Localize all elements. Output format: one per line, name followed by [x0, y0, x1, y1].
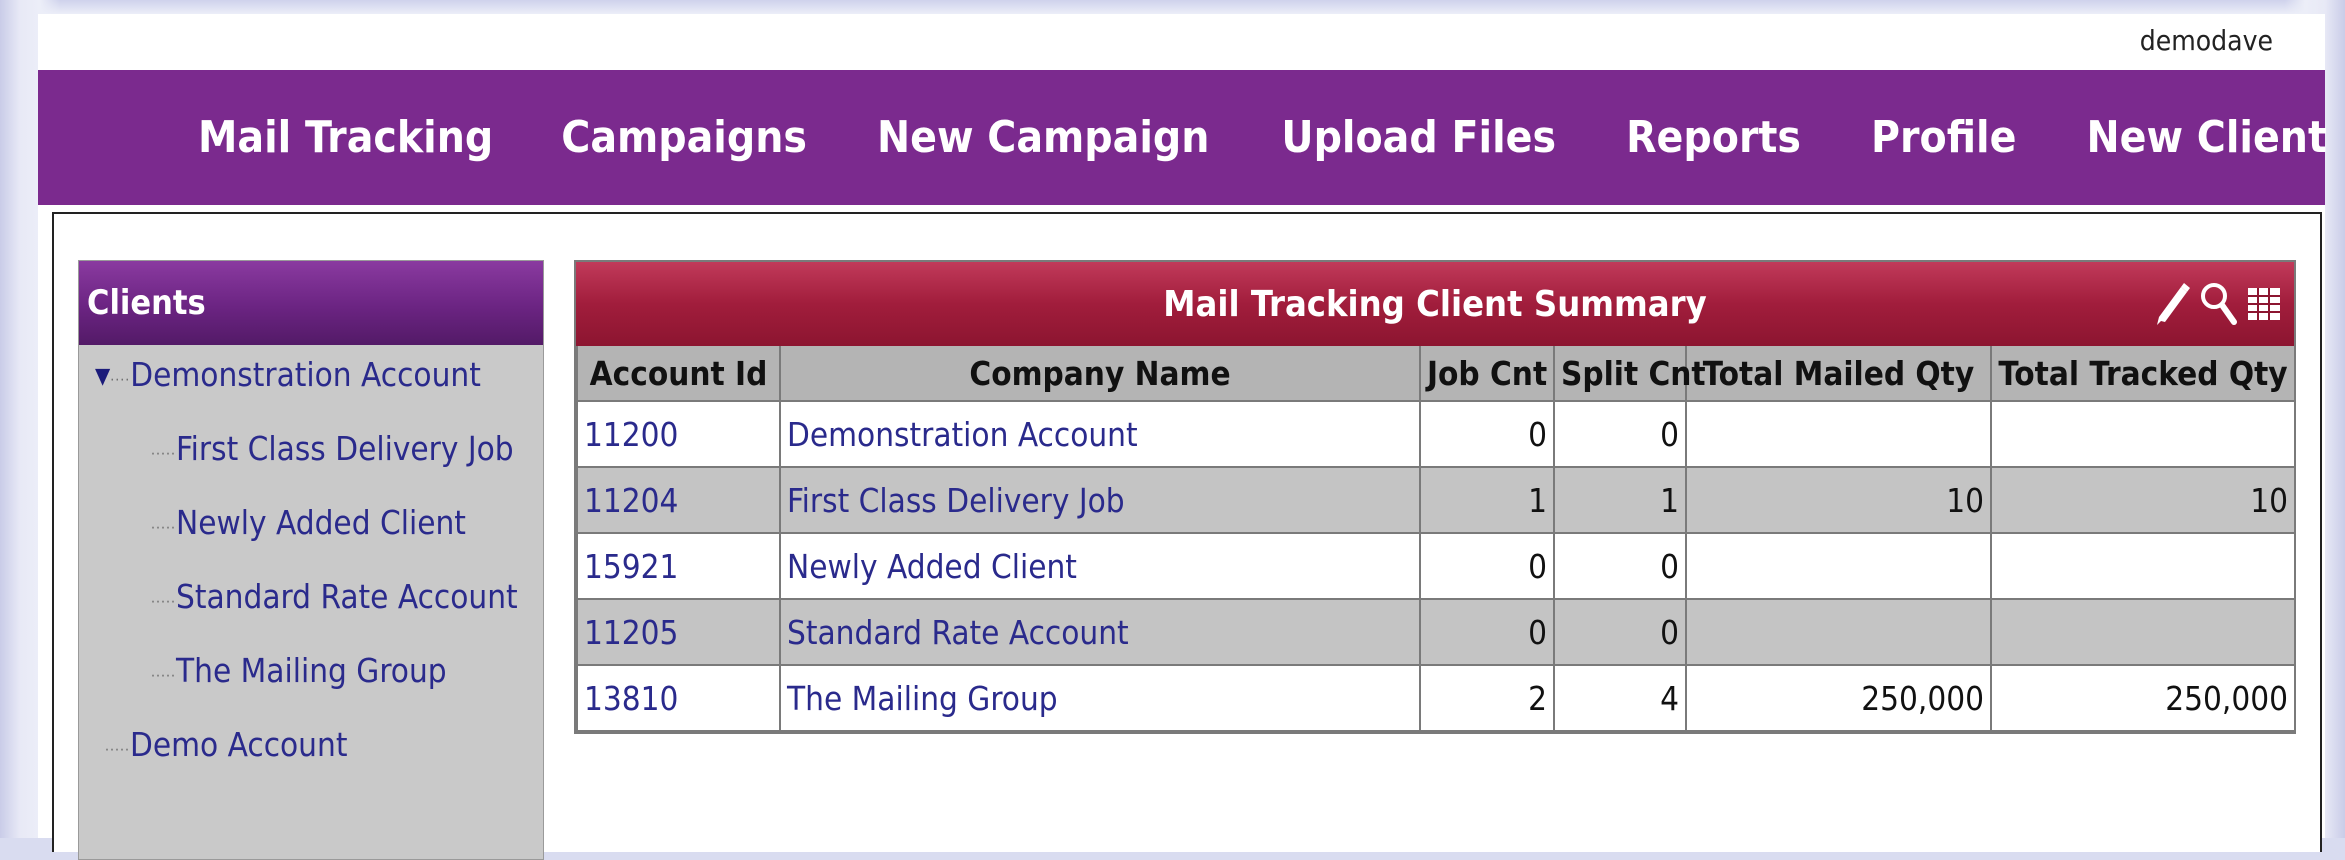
table-icon[interactable] — [2244, 280, 2284, 328]
summary-table: Account Id Company Name Job Cnt Split Cn… — [576, 346, 2296, 732]
col-job-cnt[interactable]: Job Cnt — [1419, 346, 1555, 402]
account-id-link[interactable]: 11205 — [576, 598, 781, 666]
tree-item-demonstration-account[interactable]: ▼....Demonstration Account — [95, 355, 481, 394]
job-cnt-cell: 0 — [1419, 598, 1555, 666]
nav-mail-tracking[interactable]: Mail Tracking — [198, 112, 493, 163]
tree-connector: .... — [110, 368, 131, 385]
table-header-row: Account Id Company Name Job Cnt Split Cn… — [576, 346, 2296, 402]
grid-header: Mail Tracking Client Summary — [576, 262, 2294, 346]
sidebar-title: Clients — [79, 261, 543, 345]
col-total-mailed-qty[interactable]: Total Mailed Qty — [1685, 346, 1992, 402]
nav-reports[interactable]: Reports — [1626, 112, 1801, 163]
nav-campaigns[interactable]: Campaigns — [561, 112, 807, 163]
grid-toolbar — [2152, 280, 2284, 328]
tree-item-first-class-delivery-job[interactable]: .....First Class Delivery Job — [151, 429, 514, 468]
job-cnt-cell: 1 — [1419, 466, 1555, 534]
col-account-id[interactable]: Account Id — [576, 346, 781, 402]
col-split-cnt[interactable]: Split Cnt — [1553, 346, 1706, 402]
tracked-qty-cell — [1990, 598, 2296, 666]
tree-connector: ..... — [151, 664, 176, 681]
company-name-link[interactable]: Standard Rate Account — [779, 598, 1421, 666]
company-name-link[interactable]: Demonstration Account — [779, 400, 1421, 468]
tree-item-newly-added-client[interactable]: .....Newly Added Client — [151, 503, 466, 542]
col-total-tracked-qty[interactable]: Total Tracked Qty — [1990, 346, 2296, 402]
nav-new-client[interactable]: New Client — [2086, 112, 2326, 163]
table-row[interactable]: 11204 First Class Delivery Job 1 1 10 10 — [576, 466, 2296, 534]
table-row[interactable]: 15921 Newly Added Client 0 0 — [576, 532, 2296, 600]
split-cnt-cell: 4 — [1553, 664, 1687, 732]
tree-item-label: Demo Account — [130, 725, 348, 764]
expanded-triangle-icon[interactable]: ▼ — [95, 364, 110, 389]
mailed-qty-cell: 250,000 — [1685, 664, 1992, 732]
content-area: Clients ▼....Demonstration Account .....… — [52, 212, 2322, 860]
job-cnt-cell: 0 — [1419, 400, 1555, 468]
account-id-link[interactable]: 11204 — [576, 466, 781, 534]
split-cnt-cell: 0 — [1553, 598, 1687, 666]
main-nav: Mail Tracking Campaigns New Campaign Upl… — [38, 70, 2327, 205]
tree-connector: ..... — [151, 442, 176, 459]
table-row[interactable]: 13810 The Mailing Group 2 4 250,000 250,… — [576, 664, 2296, 732]
tree-item-demo-account[interactable]: .....Demo Account — [105, 725, 347, 764]
account-id-link[interactable]: 11200 — [576, 400, 781, 468]
pencil-icon[interactable] — [2152, 280, 2192, 328]
tracked-qty-cell — [1990, 532, 2296, 600]
tree-item-the-mailing-group[interactable]: .....The Mailing Group — [151, 651, 447, 690]
company-name-link[interactable]: Newly Added Client — [779, 532, 1421, 600]
table-row[interactable]: 11200 Demonstration Account 0 0 — [576, 400, 2296, 468]
tree-item-label: Standard Rate Account — [176, 577, 518, 616]
tree-connector: ..... — [151, 590, 176, 607]
tree-connector: ..... — [151, 516, 176, 533]
company-name-link[interactable]: First Class Delivery Job — [779, 466, 1421, 534]
job-cnt-cell: 2 — [1419, 664, 1555, 732]
split-cnt-cell: 0 — [1553, 532, 1687, 600]
tracked-qty-cell: 250,000 — [1990, 664, 2296, 732]
tree-connector: ..... — [105, 738, 130, 755]
table-row[interactable]: 11205 Standard Rate Account 0 0 — [576, 598, 2296, 666]
account-id-link[interactable]: 13810 — [576, 664, 781, 732]
mailed-qty-cell — [1685, 532, 1992, 600]
clients-sidebar: Clients ▼....Demonstration Account .....… — [78, 260, 544, 860]
search-icon[interactable] — [2198, 280, 2238, 328]
tree-item-label: Demonstration Account — [130, 355, 481, 394]
nav-upload-files[interactable]: Upload Files — [1281, 112, 1556, 163]
col-company-name[interactable]: Company Name — [779, 346, 1421, 402]
tree-item-label: First Class Delivery Job — [176, 429, 514, 468]
mailed-qty-cell: 10 — [1685, 466, 1992, 534]
nav-new-campaign[interactable]: New Campaign — [877, 112, 1209, 163]
split-cnt-cell: 0 — [1553, 400, 1687, 468]
user-info: demodave — [2139, 24, 2273, 57]
username: demodave — [2139, 24, 2273, 57]
mailed-qty-cell — [1685, 400, 1992, 468]
page: demodave Mail Tracking Campaigns New Cam… — [38, 14, 2327, 860]
grid-title: Mail Tracking Client Summary — [1163, 283, 1707, 325]
tree-item-label: Newly Added Client — [176, 503, 466, 542]
clipped-header-text — [2140, 10, 2273, 24]
client-summary-grid: Mail Tracking Client Summary Account Id … — [574, 260, 2296, 734]
company-name-link[interactable]: The Mailing Group — [779, 664, 1421, 732]
nav-profile[interactable]: Profile — [1871, 112, 2017, 163]
split-cnt-cell: 1 — [1553, 466, 1687, 534]
mailed-qty-cell — [1685, 598, 1992, 666]
account-id-link[interactable]: 15921 — [576, 532, 781, 600]
job-cnt-cell: 0 — [1419, 532, 1555, 600]
tracked-qty-cell — [1990, 400, 2296, 468]
tree-item-standard-rate-account[interactable]: .....Standard Rate Account — [151, 577, 518, 616]
tracked-qty-cell: 10 — [1990, 466, 2296, 534]
tree-item-label: The Mailing Group — [176, 651, 447, 690]
